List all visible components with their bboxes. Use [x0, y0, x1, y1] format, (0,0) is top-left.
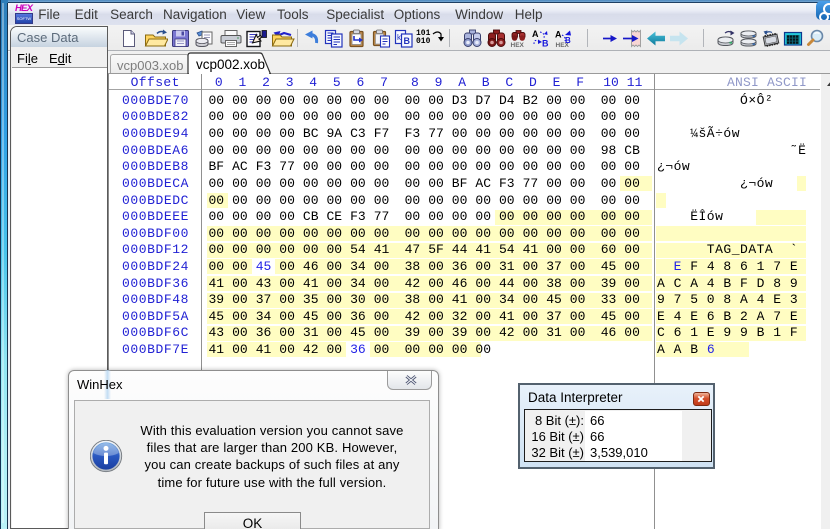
svg-text:HEX: HEX: [511, 42, 525, 48]
svg-text:A: A: [532, 29, 539, 39]
svg-text:B: B: [404, 36, 411, 46]
svg-text:B: B: [542, 39, 549, 49]
svg-text:B: B: [565, 36, 571, 45]
svg-text:A: A: [555, 30, 562, 40]
